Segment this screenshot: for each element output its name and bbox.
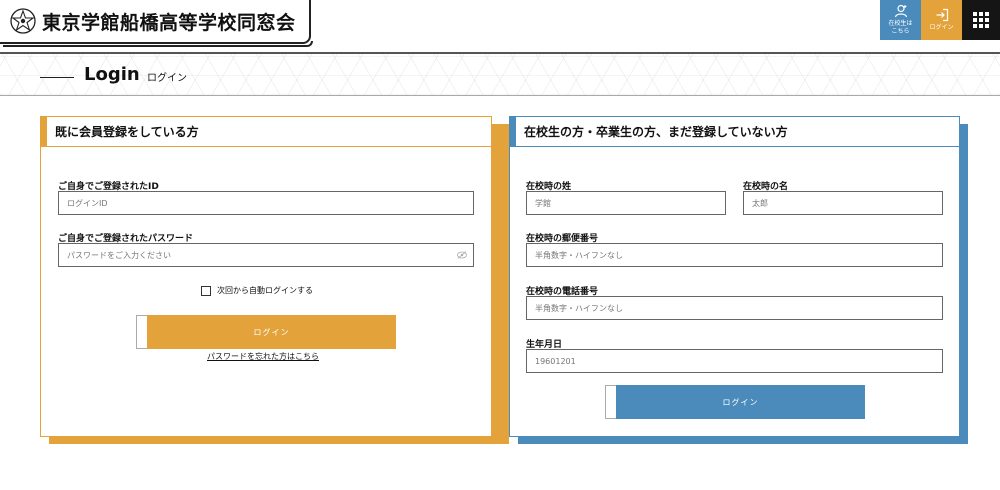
- given-name-field[interactable]: [743, 191, 943, 215]
- surname-input[interactable]: [535, 198, 725, 208]
- surname-field[interactable]: [526, 191, 726, 215]
- unregistered-panel-heading: 在校生の方・卒業生の方、まだ登録していない方: [510, 117, 959, 147]
- header-login-label: ログイン: [929, 24, 954, 31]
- auto-login-label: 次回から自動ログインする: [217, 286, 313, 295]
- member-login-button-label: ログイン: [147, 315, 396, 349]
- birthdate-input[interactable]: [535, 356, 942, 366]
- postal-code-input[interactable]: [535, 250, 942, 260]
- phone-input[interactable]: [535, 303, 942, 313]
- given-name-input[interactable]: [752, 198, 942, 208]
- member-login-panel: 既に会員登録をしている方 ご自身でご登録されたID ご自身でご登録されたパスワー…: [40, 116, 492, 437]
- birthdate-field[interactable]: [526, 349, 943, 373]
- grid-menu-icon: [973, 12, 989, 28]
- login-icon: [936, 8, 948, 22]
- password-field[interactable]: [58, 243, 474, 267]
- unregistered-login-button-label: ログイン: [616, 385, 865, 419]
- postal-code-field[interactable]: [526, 243, 943, 267]
- member-login-button[interactable]: ログイン: [136, 315, 396, 349]
- login-id-field[interactable]: [58, 191, 474, 215]
- school-emblem-icon: [10, 8, 36, 34]
- unregistered-login-button[interactable]: ログイン: [605, 385, 865, 419]
- menu-button[interactable]: [962, 0, 1000, 40]
- forgot-password-link[interactable]: パスワードを忘れた方はこちら: [207, 351, 319, 362]
- page-subtitle: ログイン: [147, 73, 187, 84]
- button-accent-stub: [605, 385, 616, 419]
- phone-field[interactable]: [526, 296, 943, 320]
- alumni-button-line1: 在校生は: [888, 20, 913, 27]
- login-id-input[interactable]: [67, 198, 473, 208]
- header-login-button[interactable]: ログイン: [921, 0, 962, 40]
- password-input[interactable]: [67, 250, 473, 260]
- user-icon: [894, 4, 907, 18]
- page-title-band: Login ログイン: [0, 52, 1000, 96]
- auto-login-checkbox[interactable]: [201, 285, 211, 296]
- auto-login-row[interactable]: 次回から自動ログインする: [201, 285, 313, 296]
- eye-icon[interactable]: [457, 251, 467, 259]
- button-accent-stub: [136, 315, 147, 349]
- site-title: 東京学館船橋高等学校同窓会: [42, 11, 296, 34]
- title-rule: [40, 77, 74, 78]
- member-panel-heading: 既に会員登録をしている方: [41, 117, 491, 147]
- alumni-button[interactable]: 在校生は こちら: [880, 0, 921, 40]
- page-title: Login: [84, 64, 140, 85]
- site-logo[interactable]: 東京学館船橋高等学校同窓会: [0, 0, 313, 47]
- unregistered-panel: 在校生の方・卒業生の方、まだ登録していない方 在校時の姓 在校時の名 在校時の郵…: [509, 116, 960, 437]
- alumni-button-line2: こちら: [891, 28, 910, 35]
